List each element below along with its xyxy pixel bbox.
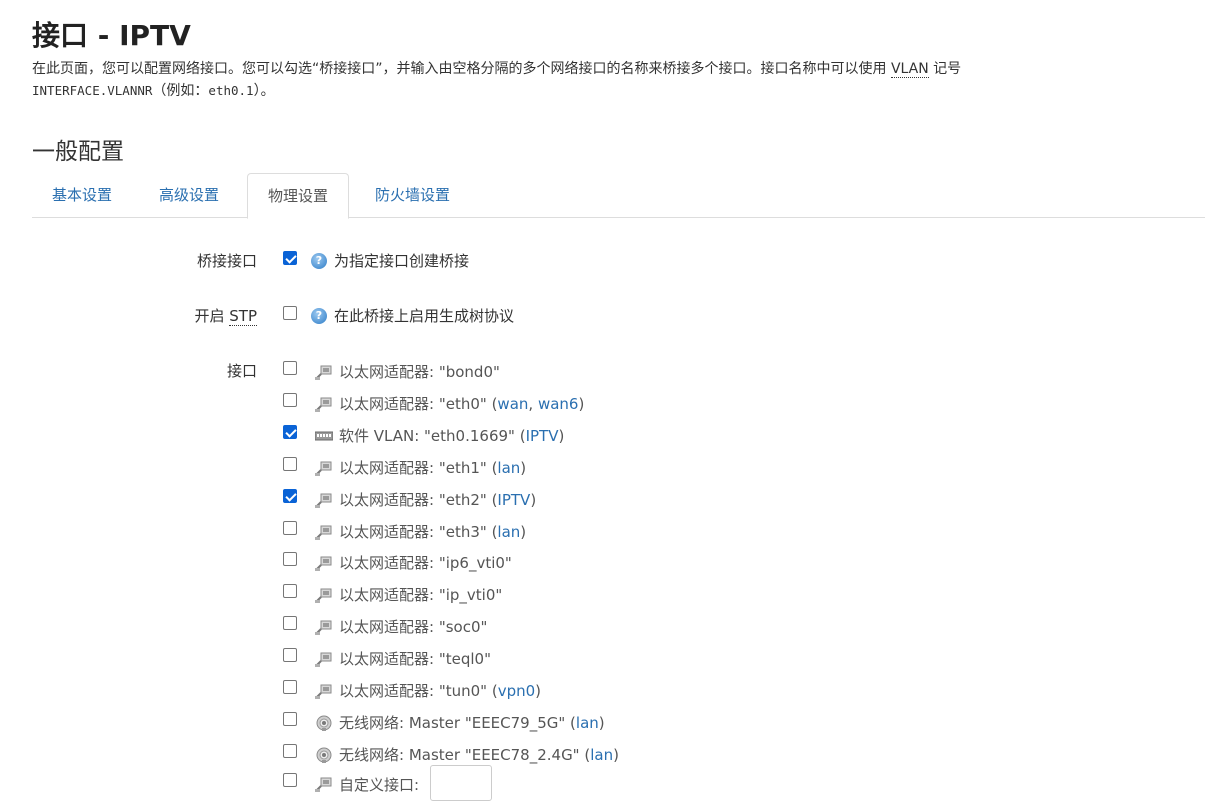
interface-label: 无线网络: Master "EEEC79_5G" (lan) (339, 713, 605, 732)
bridge-help-text: 为指定接口创建桥接 (334, 252, 470, 270)
interface-checkbox[interactable] (283, 743, 297, 758)
interface-type: 无线网络: Master "EEEC78_2.4G" (339, 745, 580, 764)
tab-advanced-settings[interactable]: 高级设置 (139, 173, 239, 216)
stp-checkbox[interactable] (283, 306, 297, 320)
network-link[interactable]: IPTV (526, 427, 559, 445)
interface-type: 以太网适配器: "eth2" (339, 490, 487, 509)
network-link[interactable]: lan (576, 714, 599, 732)
interface-type: 以太网适配器: "soc0" (339, 618, 488, 637)
custom-interface-input[interactable] (430, 765, 492, 801)
ethernet-icon (315, 461, 332, 476)
page-description: 在此页面，您可以配置网络接口。您可以勾选“桥接接口”，并输入由空格分隔的多个网络… (32, 61, 962, 99)
vlan-abbr: VLAN (890, 61, 929, 78)
interface-checkbox[interactable] (283, 711, 297, 726)
interface-checkbox[interactable] (283, 584, 297, 599)
ethernet-icon (315, 493, 332, 508)
interface-type: 以太网适配器: "bond0" (339, 363, 500, 381)
interface-type: 以太网适配器: "eth3" (339, 522, 487, 541)
interface-type: 以太网适配器: "teql0" (339, 650, 491, 669)
interface-checkbox[interactable] (283, 616, 297, 631)
page-title: 接口 - IPTV (32, 19, 191, 52)
wifi-icon (316, 715, 332, 731)
interface-type: 以太网适配器: "eth0" (339, 394, 487, 413)
ethernet-icon (315, 525, 332, 540)
interface-label: 以太网适配器: "ip6_vti0" (339, 552, 512, 573)
interface-label: 以太网适配器: "tun0" (vpn0) (339, 682, 541, 700)
interface-label: 以太网适配器: "eth1" (lan) (339, 458, 527, 477)
tab-basic-settings[interactable]: 基本设置 (32, 173, 132, 216)
custom-interface-checkbox[interactable] (283, 773, 297, 787)
interface-label: 以太网适配器: "bond0" (339, 361, 500, 382)
ethernet-icon (315, 684, 332, 699)
bridge-label: 桥接接口 (196, 252, 257, 270)
interface-label: 软件 VLAN: "eth0.1669" (IPTV) (339, 426, 565, 445)
ethernet-icon (315, 397, 332, 412)
interface-checkbox[interactable] (283, 424, 297, 439)
bridge-checkbox[interactable] (283, 251, 297, 265)
section-title: 一般配置 (32, 139, 124, 165)
help-icon: ? (311, 308, 327, 324)
interface-type: 软件 VLAN: "eth0.1669" (339, 426, 515, 445)
network-link[interactable]: IPTV (497, 491, 530, 509)
interface-checkbox[interactable] (283, 648, 297, 663)
interface-checkbox[interactable] (283, 361, 297, 375)
interface-type: 以太网适配器: "eth1" (339, 458, 487, 477)
interface-type: 以太网适配器: "ip6_vti0" (339, 554, 512, 573)
interface-checkbox[interactable] (283, 392, 297, 407)
network-link[interactable]: wan (497, 395, 528, 413)
interface-label: 以太网适配器: "eth0" (wan, wan6) (339, 394, 585, 413)
interface-label: 以太网适配器: "eth3" (lan) (339, 522, 527, 541)
network-link[interactable]: vpn0 (498, 682, 535, 700)
ethernet-icon (315, 620, 332, 636)
interface-type: 以太网适配器: "tun0" (339, 682, 488, 700)
interface-checkbox[interactable] (283, 552, 297, 567)
ethernet-icon (315, 365, 332, 380)
interface-label: 以太网适配器: "soc0" (339, 616, 487, 637)
interface-checkbox[interactable] (283, 456, 297, 471)
stp-abbr: STP (229, 307, 257, 326)
network-link[interactable]: lan (590, 746, 613, 764)
interface-checkbox[interactable] (283, 488, 297, 503)
wifi-icon (316, 747, 332, 763)
interface-checkbox[interactable] (283, 680, 297, 694)
interface-label: 以太网适配器: "ip_vti0" (339, 584, 502, 605)
help-icon: ? (311, 253, 327, 269)
interface-label: 以太网适配器: "eth2" (IPTV) (339, 490, 537, 509)
interface-checkbox[interactable] (283, 520, 297, 535)
tab-bar: 基本设置 高级设置 物理设置 防火墙设置 (32, 173, 1205, 219)
custom-interface-icon (315, 777, 332, 792)
stp-label: 开启 STP (194, 307, 257, 326)
stp-help-text: 在此桥接上启用生成树协议 (334, 307, 515, 325)
interface-label: 无线网络: Master "EEEC78_2.4G" (lan) (339, 745, 619, 764)
network-link[interactable]: lan (497, 523, 520, 541)
network-link[interactable]: wan6 (538, 395, 579, 413)
interface-type: 以太网适配器: "ip_vti0" (339, 586, 503, 605)
vlan-icon (315, 431, 333, 441)
network-link[interactable]: lan (497, 459, 520, 477)
ethernet-icon (315, 556, 332, 572)
ethernet-icon (315, 652, 332, 668)
tab-firewall-settings[interactable]: 防火墙设置 (355, 173, 470, 216)
interface-type: 无线网络: Master "EEEC79_5G" (339, 713, 566, 732)
interface-label: 以太网适配器: "teql0" (339, 648, 491, 669)
ethernet-icon (315, 588, 332, 604)
custom-interface-label: 自定义接口: (339, 776, 420, 794)
interfaces-label: 接口 (226, 362, 257, 380)
tab-physical-settings[interactable]: 物理设置 (247, 173, 350, 219)
